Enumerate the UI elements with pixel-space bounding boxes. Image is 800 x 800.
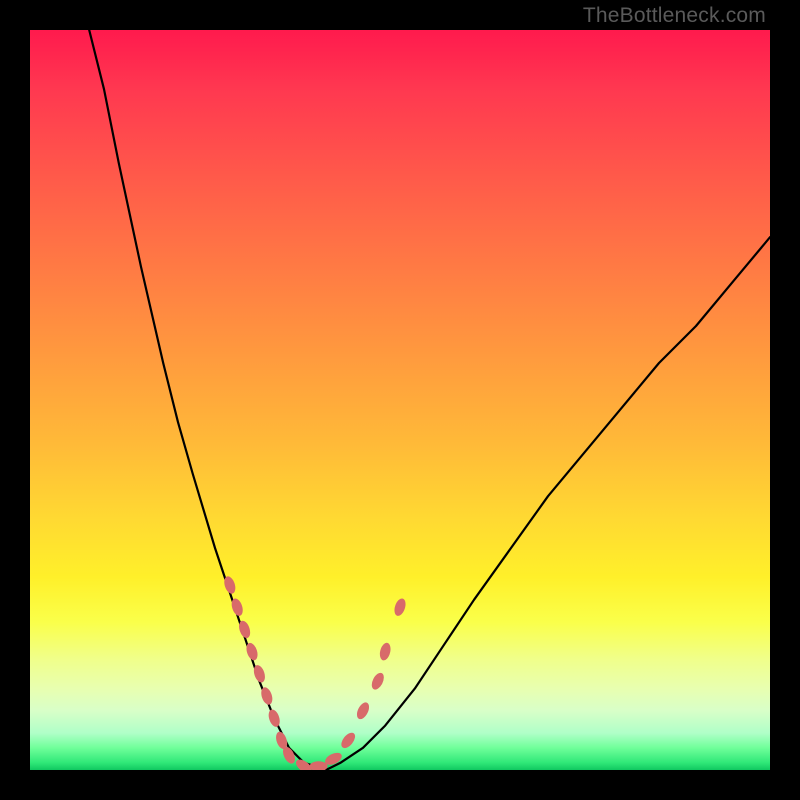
chart-frame: TheBottleneck.com bbox=[0, 0, 800, 800]
curve-layer bbox=[30, 30, 770, 770]
marker-dot bbox=[300, 762, 308, 770]
marker-dot bbox=[270, 714, 278, 722]
plot-area bbox=[30, 30, 770, 770]
marker-bead bbox=[354, 701, 371, 722]
marker-bead bbox=[392, 597, 407, 617]
marker-bead bbox=[369, 671, 386, 692]
bottleneck-curve bbox=[89, 30, 770, 770]
marker-dot bbox=[344, 736, 352, 744]
marker-dot bbox=[226, 581, 234, 589]
highlighted-range-markers bbox=[222, 575, 407, 770]
marker-dot bbox=[248, 648, 256, 656]
watermark-text: TheBottleneck.com bbox=[583, 4, 766, 28]
marker-bead bbox=[310, 761, 328, 770]
marker-dot bbox=[381, 648, 389, 656]
